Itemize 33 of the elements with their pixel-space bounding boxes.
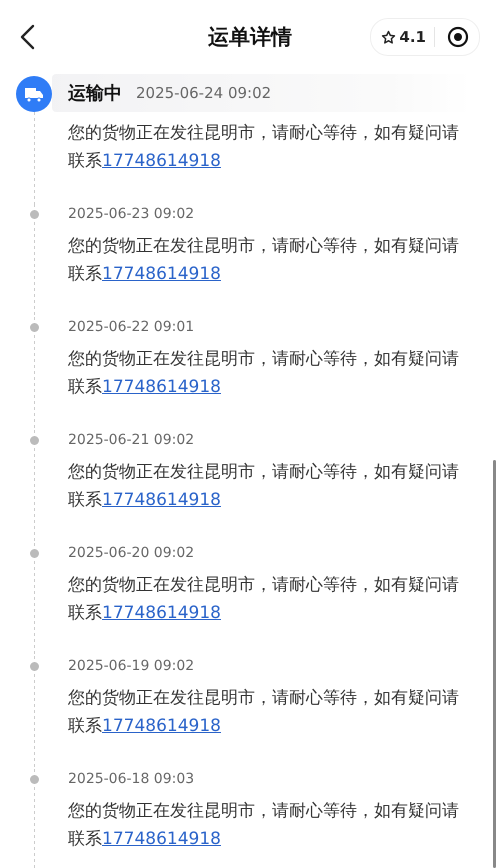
phone-link[interactable]: 17748614918 [102, 490, 221, 510]
event-time: 2025-06-18 09:03 [68, 770, 196, 789]
tracking-message: 您的货物正在发往昆明市，请耐心等待，如有疑问请联系17748614918 [68, 348, 460, 399]
event-time: 2025-06-20 09:02 [68, 544, 196, 563]
star-icon [381, 30, 396, 44]
phone-link[interactable]: 17748614918 [102, 829, 221, 849]
tracking-message: 您的货物正在发往昆明市，请耐心等待，如有疑问请联系17748614918 [68, 800, 460, 851]
status-time: 2025-06-24 09:02 [136, 84, 272, 102]
timeline-dot [30, 775, 38, 784]
truck-icon [16, 76, 52, 112]
phone-link[interactable]: 17748614918 [102, 603, 221, 623]
tracking-message: 您的货物正在发往昆明市，请耐心等待，如有疑问请联系17748614918 [68, 235, 460, 286]
event-time: 2025-06-23 09:02 [68, 205, 196, 224]
timeline-dot [30, 662, 38, 671]
page-title: 运单详情 [208, 24, 292, 51]
phone-link[interactable]: 17748614918 [102, 151, 221, 171]
rating-button[interactable]: 4.1 [381, 28, 434, 46]
timeline-dot [30, 210, 38, 219]
event-time: 2025-06-19 09:02 [68, 657, 196, 676]
close-target-icon[interactable] [447, 26, 469, 48]
tracking-message: 您的货物正在发往昆明市，请耐心等待，如有疑问请联系17748614918 [68, 122, 460, 173]
timeline-dot [30, 549, 38, 558]
phone-link[interactable]: 17748614918 [102, 716, 221, 736]
event-time: 2025-06-21 09:02 [68, 431, 196, 450]
tracking-message: 您的货物正在发往昆明市，请耐心等待，如有疑问请联系17748614918 [68, 574, 460, 625]
event-time: 2025-06-22 09:01 [68, 318, 196, 337]
tracking-message: 您的货物正在发往昆明市，请耐心等待，如有疑问请联系17748614918 [68, 687, 460, 738]
phone-link[interactable]: 17748614918 [102, 264, 221, 284]
timeline-dot [30, 323, 38, 332]
phone-link[interactable]: 17748614918 [102, 377, 221, 397]
timeline-dot [30, 436, 38, 445]
tracking-message: 您的货物正在发往昆明市，请耐心等待，如有疑问请联系17748614918 [68, 461, 460, 512]
status-label: 运输中 [68, 82, 122, 105]
